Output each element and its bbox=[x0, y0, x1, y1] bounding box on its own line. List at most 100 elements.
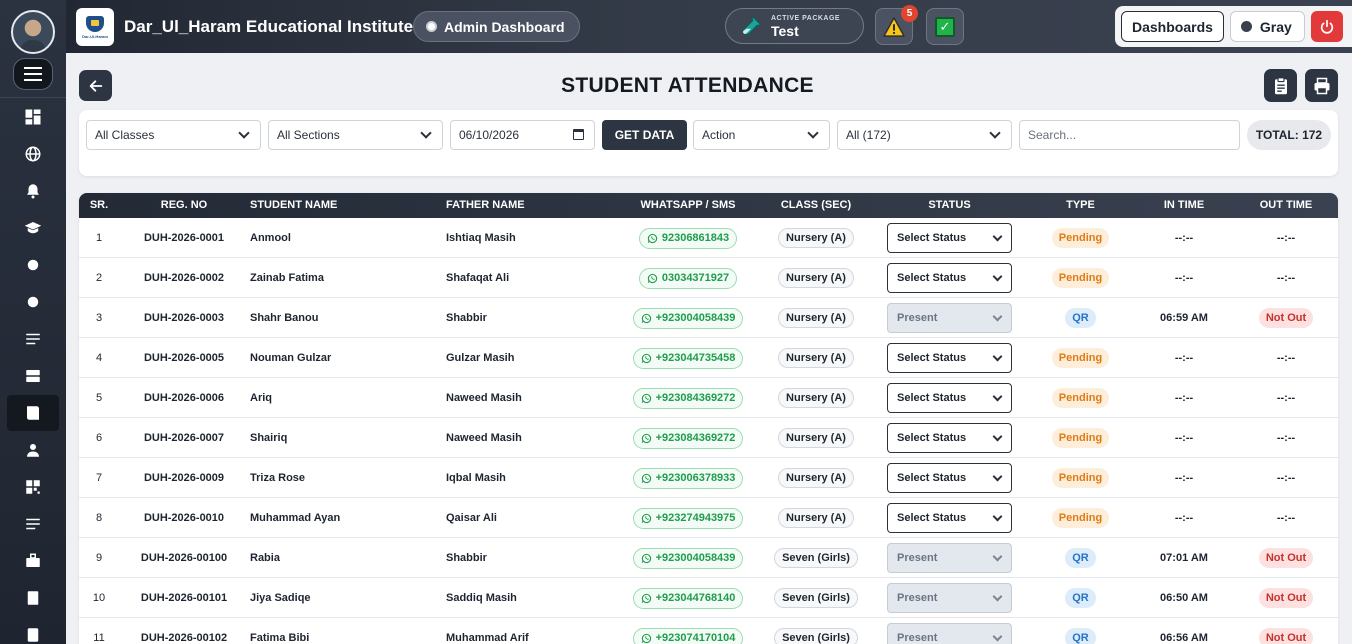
whatsapp-link[interactable]: +923006378933 bbox=[632, 467, 744, 489]
whatsapp-icon bbox=[641, 393, 651, 403]
alerts-button[interactable]: 5 bbox=[875, 5, 918, 45]
whatsapp-link[interactable]: 03034371927 bbox=[638, 267, 738, 289]
sidebar-item[interactable] bbox=[0, 506, 66, 542]
registration-number: DUH-2026-00102 bbox=[140, 632, 228, 644]
sidebar-item[interactable] bbox=[0, 321, 66, 357]
sidebar-item[interactable] bbox=[0, 136, 66, 172]
table-cell: 10 bbox=[79, 578, 119, 618]
student-name: Shahr Banou bbox=[250, 312, 319, 324]
sidebar-item[interactable] bbox=[0, 469, 66, 505]
dashboards-button[interactable]: Dashboards bbox=[1121, 11, 1224, 42]
status-select[interactable]: Select Status bbox=[887, 263, 1012, 293]
table-cell: Nursery (A) bbox=[769, 378, 863, 418]
sidebar-item[interactable] bbox=[0, 284, 66, 320]
bell-icon bbox=[27, 184, 39, 199]
admin-dashboard-button[interactable]: Admin Dashboard bbox=[413, 11, 580, 42]
hamburger-menu-button[interactable] bbox=[13, 58, 53, 90]
status-filter-value: All (172) bbox=[846, 128, 891, 142]
student-name: Jiya Sadiqe bbox=[250, 592, 311, 604]
table-cell: DUH-2026-00100 bbox=[124, 538, 244, 578]
table-cell: 06:59 AM bbox=[1139, 298, 1229, 338]
whatsapp-link[interactable]: +923074170104 bbox=[632, 627, 744, 644]
sidebar-item[interactable] bbox=[7, 395, 59, 431]
whatsapp-link[interactable]: +923004058439 bbox=[632, 547, 744, 569]
out-time: --:-- bbox=[1276, 232, 1296, 244]
avatar[interactable] bbox=[11, 10, 55, 54]
phone-number: +923006378933 bbox=[655, 472, 736, 484]
status-select[interactable]: Present bbox=[887, 623, 1012, 644]
sidebar-item[interactable] bbox=[0, 543, 66, 579]
class-select[interactable]: All Classes bbox=[86, 120, 261, 150]
table-cell: DUH-2026-0001 bbox=[124, 218, 244, 258]
layout-icon bbox=[26, 370, 40, 382]
sidebar-item[interactable] bbox=[0, 210, 66, 246]
whatsapp-link[interactable]: +923084369272 bbox=[632, 387, 744, 409]
table-cell: 8 bbox=[79, 498, 119, 538]
active-package-pill[interactable]: ACTIVE PACKAGE Test bbox=[725, 8, 864, 44]
approvals-button[interactable]: ✓ bbox=[926, 8, 964, 45]
registration-number: DUH-2026-0002 bbox=[143, 272, 225, 284]
column-header[interactable]: OUT TIME bbox=[1234, 193, 1338, 218]
status-select[interactable]: Present bbox=[887, 303, 1012, 333]
search-input[interactable]: Search... bbox=[1019, 120, 1240, 150]
whatsapp-link[interactable]: +923274943975 bbox=[632, 507, 744, 529]
sidebar-item[interactable] bbox=[0, 617, 66, 644]
action-select-value: Action bbox=[702, 128, 736, 142]
status-select[interactable]: Select Status bbox=[887, 423, 1012, 453]
serial-number: 11 bbox=[93, 632, 105, 644]
table-row: 8 DUH-2026-0010 Muhammad Ayan Qaisar Ali +92… bbox=[79, 498, 1338, 538]
clipboard-button[interactable] bbox=[1264, 69, 1297, 102]
status-select[interactable]: Select Status bbox=[887, 463, 1012, 493]
table-cell: +923006378933 bbox=[614, 458, 762, 498]
get-data-button[interactable]: GET DATA bbox=[602, 120, 687, 150]
column-header[interactable]: STUDENT NAME bbox=[250, 193, 440, 218]
table-cell: Pending bbox=[1022, 218, 1139, 258]
table-cell: Pending bbox=[1022, 378, 1139, 418]
back-button[interactable] bbox=[79, 70, 112, 101]
type-badge: QR bbox=[1065, 308, 1096, 328]
action-select[interactable]: Action bbox=[693, 120, 830, 150]
column-header[interactable]: WHATSAPP / SMS bbox=[614, 193, 762, 218]
whatsapp-link[interactable]: +923004058439 bbox=[632, 307, 744, 329]
sidebar-item[interactable] bbox=[0, 432, 66, 468]
status-select[interactable]: Select Status bbox=[887, 383, 1012, 413]
column-header[interactable]: IN TIME bbox=[1139, 193, 1229, 218]
chevron-down-icon bbox=[992, 351, 1003, 362]
status-filter-select[interactable]: All (172) bbox=[837, 120, 1012, 150]
sidebar-item[interactable] bbox=[0, 173, 66, 209]
status-select[interactable]: Select Status bbox=[887, 223, 1012, 253]
whatsapp-link[interactable]: +923044735458 bbox=[632, 347, 744, 369]
in-time: --:-- bbox=[1174, 432, 1194, 444]
whatsapp-link[interactable]: +923084369272 bbox=[632, 427, 744, 449]
sidebar-item[interactable] bbox=[0, 99, 66, 135]
status-select[interactable]: Present bbox=[887, 543, 1012, 573]
column-header[interactable]: REG. NO bbox=[124, 193, 244, 218]
status-select[interactable]: Present bbox=[887, 583, 1012, 613]
status-select[interactable]: Select Status bbox=[887, 343, 1012, 373]
column-header[interactable]: CLASS (SEC) bbox=[769, 193, 863, 218]
section-select[interactable]: All Sections bbox=[268, 120, 443, 150]
table-cell: Seven (Girls) bbox=[769, 578, 863, 618]
in-time: 06:59 AM bbox=[1160, 312, 1208, 324]
column-header[interactable]: TYPE bbox=[1022, 193, 1139, 218]
chevron-down-icon bbox=[992, 231, 1003, 242]
table-cell: DUH-2026-0010 bbox=[124, 498, 244, 538]
sidebar-item[interactable] bbox=[0, 247, 66, 283]
print-button[interactable] bbox=[1305, 69, 1338, 102]
sidebar-item[interactable] bbox=[0, 358, 66, 394]
column-header[interactable]: FATHER NAME bbox=[446, 193, 636, 218]
theme-toggle-button[interactable]: Gray bbox=[1229, 11, 1305, 42]
logout-button[interactable] bbox=[1310, 11, 1343, 42]
whatsapp-link[interactable]: +923044768140 bbox=[632, 587, 744, 609]
out-status-badge: Not Out bbox=[1258, 628, 1314, 644]
date-input[interactable]: 06/10/2026 bbox=[450, 120, 595, 150]
sidebar-item[interactable] bbox=[0, 580, 66, 616]
father-name: Shabbir bbox=[446, 312, 487, 324]
column-header[interactable]: SR. bbox=[79, 193, 119, 218]
column-header[interactable]: STATUS bbox=[887, 193, 1012, 218]
whatsapp-icon bbox=[641, 353, 651, 363]
whatsapp-link[interactable]: 92306861843 bbox=[638, 227, 738, 249]
status-select[interactable]: Select Status bbox=[887, 503, 1012, 533]
table-cell: DUH-2026-0009 bbox=[124, 458, 244, 498]
table-cell: +923274943975 bbox=[614, 498, 762, 538]
